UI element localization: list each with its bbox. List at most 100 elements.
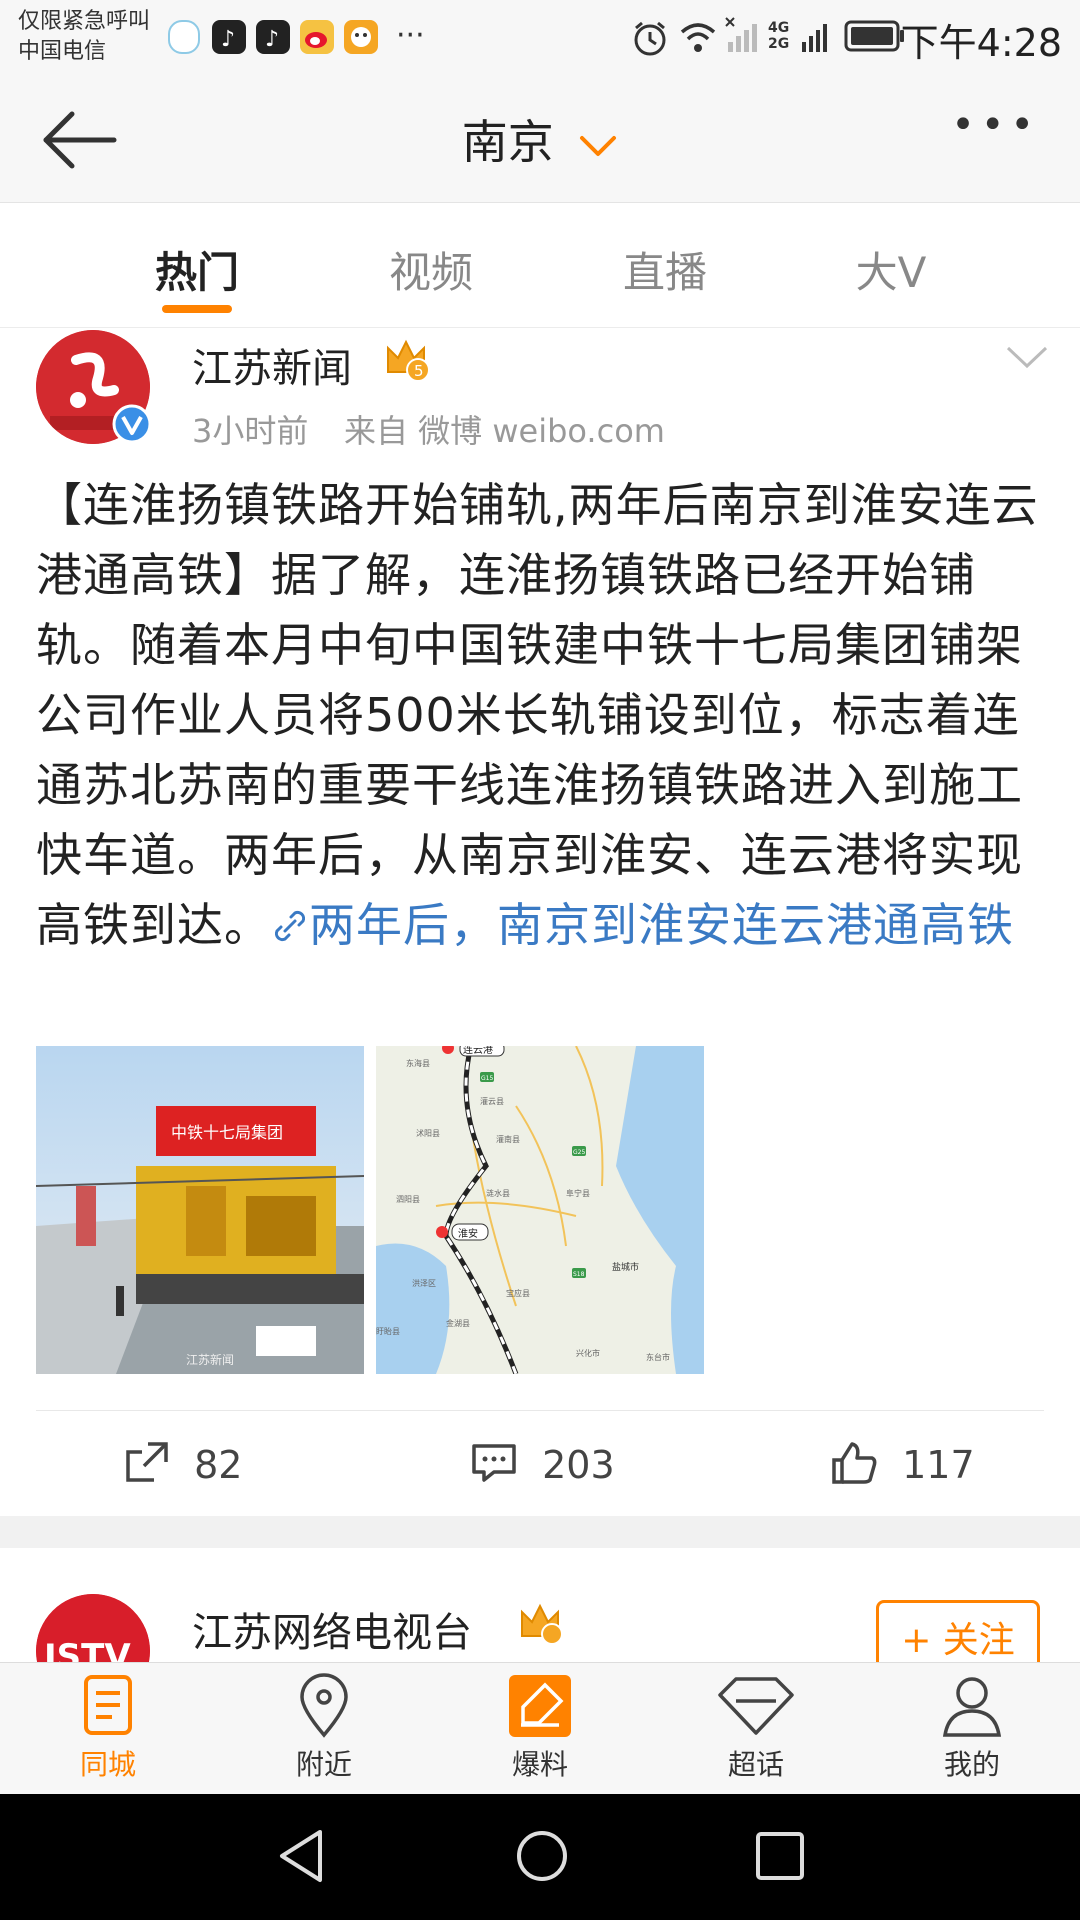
post-time: 3小时前 <box>192 412 309 450</box>
share-icon <box>126 1442 168 1482</box>
link-icon <box>274 910 306 942</box>
svg-text:兴化市: 兴化市 <box>576 1348 600 1358</box>
repost-button[interactable]: 82 <box>124 1440 242 1487</box>
carrier-name: 中国电信 <box>18 39 107 64</box>
like-button[interactable]: 117 <box>830 1440 975 1487</box>
home-nav-icon[interactable] <box>514 1828 570 1884</box>
avatar[interactable]: JSTV <box>36 1594 150 1662</box>
svg-text:S18: S18 <box>573 1271 585 1278</box>
assistant-icon <box>168 20 200 54</box>
carrier-text: 仅限紧急呼叫 <box>18 9 151 34</box>
tab-video[interactable]: 视频 <box>311 239 551 300</box>
wifi-icon <box>680 23 716 52</box>
chevron-down-icon <box>580 135 617 156</box>
city-selector[interactable]: 南京 <box>0 106 1080 172</box>
post-body: 【连淮扬镇铁路开始铺轨,两年后南京到淮安连云港通高铁】据了解，连淮扬镇铁路已经开… <box>36 478 1039 952</box>
diamond-icon <box>718 1677 794 1735</box>
username[interactable]: 江苏新闻 <box>192 336 352 394</box>
bottom-tab-local[interactable]: 同城 <box>48 1673 168 1783</box>
divider <box>36 1410 1044 1411</box>
bottom-tab-label: 我的 <box>943 1748 1000 1781</box>
bottom-tab-label: 附近 <box>295 1748 352 1781</box>
alarm-icon <box>634 21 666 56</box>
bottom-tab-super-topic[interactable]: 超话 <box>696 1673 816 1783</box>
comment-button[interactable]: 203 <box>470 1440 615 1487</box>
document-icon <box>84 1675 132 1735</box>
svg-text:江苏新闻: 江苏新闻 <box>186 1352 234 1367</box>
svg-text:JSTV: JSTV <box>42 1637 131 1662</box>
battery-icon <box>844 20 904 52</box>
more-options-icon[interactable]: ••• <box>951 102 1040 148</box>
chevron-down-icon[interactable] <box>1004 344 1050 372</box>
post-image-railway[interactable]: 中铁十七局集团 江苏新闻 <box>36 1046 364 1374</box>
city-name: 南京 <box>461 115 554 169</box>
clock: 下午4:28 <box>900 21 1062 65</box>
bottom-tab-label: 超话 <box>727 1748 784 1781</box>
bottom-tab-label: 同城 <box>79 1748 136 1781</box>
svg-text:G15: G15 <box>481 1075 493 1082</box>
svg-text:东台市: 东台市 <box>646 1352 670 1362</box>
edit-icon <box>509 1675 571 1737</box>
svg-text:盐城市: 盐城市 <box>612 1261 639 1273</box>
signal-icon <box>802 24 827 52</box>
tab-bar: 热门 视频 直播 大V <box>0 203 1080 328</box>
system-nav-bar <box>0 1794 1080 1920</box>
bottom-tab-nearby[interactable]: 附近 <box>264 1673 384 1783</box>
post-card-2: JSTV 江苏网络电视台 + 关注 <box>0 1548 1080 1662</box>
bottom-tab-label: 爆料 <box>511 1748 568 1781</box>
svg-text:盱眙县: 盱眙县 <box>376 1326 400 1336</box>
like-count: 117 <box>902 1443 975 1487</box>
svg-text:G25: G25 <box>573 1149 585 1156</box>
follow-button[interactable]: + 关注 <box>876 1600 1040 1662</box>
post-source: 来自 微博 weibo.com <box>344 412 665 450</box>
username[interactable]: 江苏网络电视台 <box>192 1600 472 1658</box>
more-notifications-icon: ··· <box>396 18 425 53</box>
svg-text:连云港: 连云港 <box>463 1046 493 1056</box>
svg-text:宝应县: 宝应县 <box>506 1288 530 1298</box>
svg-text:阜宁县: 阜宁县 <box>566 1188 590 1198</box>
svg-text:涟水县: 涟水县 <box>486 1188 510 1198</box>
status-bar: 仅限紧急呼叫 中国电信 ♪ ♪ ··· 4G 2G 下午4:28 <box>0 0 1080 80</box>
tiktok-icon: ♪ <box>212 20 246 54</box>
signal-off-icon <box>725 17 757 52</box>
comment-count: 203 <box>542 1443 615 1487</box>
svg-text:中铁十七局集团: 中铁十七局集团 <box>171 1123 283 1142</box>
bottom-tab-report[interactable]: 爆料 <box>480 1673 600 1783</box>
tab-indicator <box>162 305 232 313</box>
svg-text:东海县: 东海县 <box>406 1058 430 1068</box>
app-icon <box>344 20 378 54</box>
thumbs-up-icon <box>832 1442 877 1484</box>
tab-live[interactable]: 直播 <box>545 239 785 300</box>
svg-text:♪: ♪ <box>221 27 235 52</box>
bottom-tab-me[interactable]: 我的 <box>912 1673 1032 1783</box>
svg-text:淮安: 淮安 <box>458 1227 478 1240</box>
post-image-map[interactable]: 连云港 淮安 盐城市 东海县 灌云县 沭阳县 灌南县 涟水县 阜宁县 泗阳县 洪… <box>376 1046 704 1374</box>
weibo-icon <box>300 20 334 54</box>
post-text: 【连淮扬镇铁路开始铺轨,两年后南京到淮安连云港通高铁】据了解，连淮扬镇铁路已经开… <box>36 470 1046 960</box>
svg-text:♪: ♪ <box>265 27 279 52</box>
svg-text:泗阳县: 泗阳县 <box>396 1195 420 1204</box>
tiktok-icon-2: ♪ <box>256 20 290 54</box>
comment-icon <box>472 1444 516 1482</box>
svg-text:灌云县: 灌云县 <box>480 1096 504 1106</box>
tab-big-v[interactable]: 大V <box>771 239 1011 300</box>
bottom-tab-bar: 同城 附近 爆料 超话 我的 <box>0 1662 1080 1795</box>
crown-level-icon: 5 <box>387 339 430 382</box>
network-type: 4G 2G <box>768 20 790 52</box>
svg-text:5: 5 <box>414 362 424 380</box>
profile-icon <box>942 1677 1002 1737</box>
svg-text:洪泽区: 洪泽区 <box>412 1278 436 1288</box>
tab-hot[interactable]: 热门 <box>77 239 317 300</box>
post-link-text: 两年后，南京到淮安连云港通高铁 <box>309 898 1014 952</box>
svg-text:灌南县: 灌南县 <box>496 1134 520 1144</box>
verified-badge-icon <box>112 404 152 444</box>
recents-nav-icon[interactable] <box>754 1830 806 1882</box>
repost-count: 82 <box>194 1443 243 1487</box>
location-pin-icon <box>300 1673 348 1738</box>
feed-separator <box>0 1516 1080 1548</box>
svg-text:金湖县: 金湖县 <box>446 1318 470 1328</box>
nav-bar: 南京 ••• <box>0 80 1080 203</box>
crown-level-icon <box>521 1603 563 1645</box>
post-link[interactable]: 两年后，南京到淮安连云港通高铁 <box>271 898 1014 952</box>
back-nav-icon[interactable] <box>276 1828 326 1884</box>
